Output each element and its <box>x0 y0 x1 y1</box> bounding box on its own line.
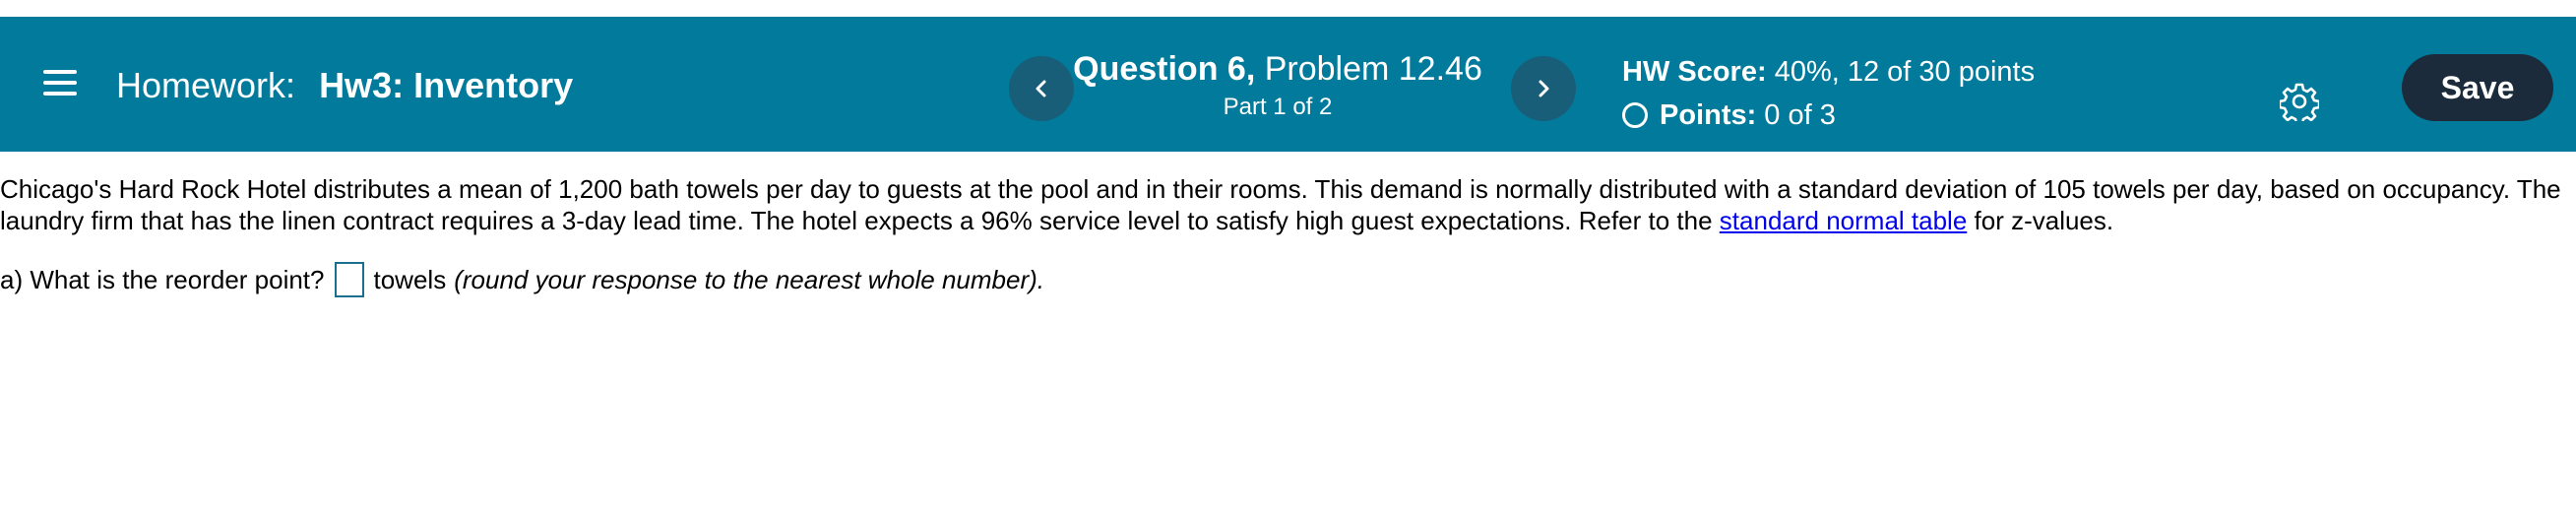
hw-score-label: HW Score: <box>1622 56 1767 88</box>
points-row: Points: 0 of 3 <box>1622 96 2035 135</box>
part-label: Part 1 of 2 <box>1223 94 1333 120</box>
question-info: Question 6, Problem 12.46 Part 1 of 2 <box>1073 48 1482 123</box>
problem-text-end: for z-values. <box>1974 206 2114 235</box>
chevron-right-icon <box>1539 80 1549 97</box>
hw-score-row: HW Score: 40%, 12 of 30 points <box>1622 52 2035 92</box>
hw-score-value: 40%, 12 of 30 points <box>1774 56 2036 88</box>
problem-content: Chicago's Hard Rock Hotel distributes a … <box>0 152 2576 299</box>
standard-normal-table-link[interactable]: standard normal table <box>1720 206 1967 235</box>
header-bar: Homework: Hw3: Inventory Question 6, Pro… <box>0 17 2576 152</box>
top-strip <box>0 0 2576 17</box>
homework-title: Homework: Hw3: Inventory <box>116 64 573 107</box>
previous-question-button[interactable] <box>1009 56 1074 121</box>
chevron-left-icon <box>1036 80 1046 97</box>
gear-icon[interactable] <box>2280 82 2319 121</box>
menu-icon[interactable] <box>43 66 77 99</box>
question-label: Question 6, <box>1073 50 1256 88</box>
score-info: HW Score: 40%, 12 of 30 points Points: 0… <box>1622 52 2035 135</box>
rounding-instruction: (round your response to the nearest whol… <box>454 265 1044 294</box>
next-question-button[interactable] <box>1511 56 1576 121</box>
answer-unit: towels <box>373 265 447 294</box>
question-a: a) What is the reorder point? towels (ro… <box>0 260 2576 299</box>
question-a-text: a) What is the reorder point? <box>0 265 325 294</box>
homework-prefix: Homework: <box>116 65 296 105</box>
assignment-name: Hw3: Inventory <box>319 65 574 105</box>
save-button[interactable]: Save <box>2402 54 2553 121</box>
points-label: Points: <box>1660 99 1757 131</box>
problem-label: Problem 12.46 <box>1264 50 1482 88</box>
points-value: 0 of 3 <box>1764 99 1836 131</box>
reorder-point-input[interactable] <box>334 262 364 297</box>
circle-icon <box>1622 102 1648 128</box>
problem-statement: Chicago's Hard Rock Hotel distributes a … <box>0 173 2576 236</box>
problem-text: Chicago's Hard Rock Hotel distributes a … <box>0 174 2561 235</box>
